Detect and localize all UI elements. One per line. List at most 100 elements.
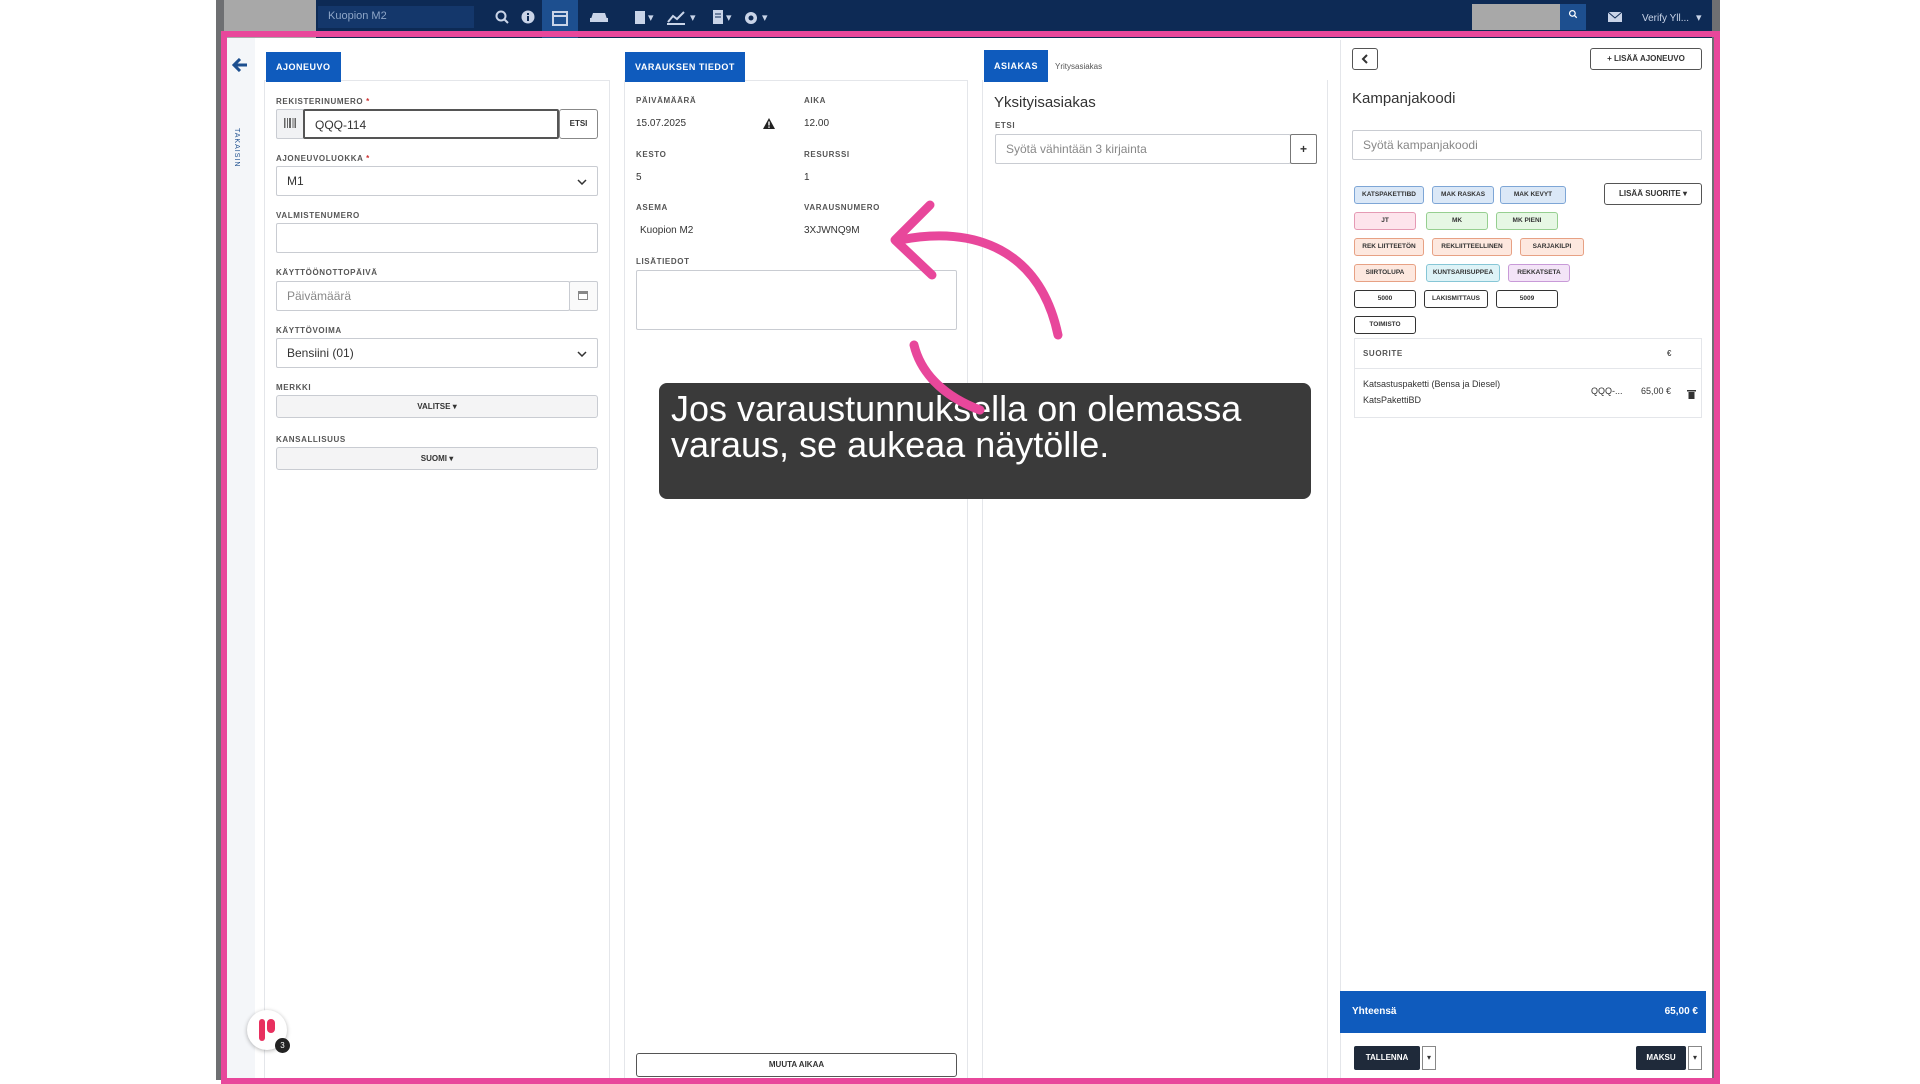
time-value: 12.00	[804, 118, 830, 129]
barcode-icon[interactable]	[276, 109, 304, 139]
service-chip[interactable]: JT	[1354, 212, 1416, 230]
resource-label: RESURSSI	[804, 150, 850, 159]
chart-icon[interactable]	[666, 9, 686, 28]
car-icon[interactable]	[588, 9, 610, 28]
service-chip[interactable]: MAK RASKAS	[1432, 186, 1494, 204]
fuel-label: KÄYTTÖVOIMA	[276, 326, 342, 335]
trash-icon[interactable]	[1687, 386, 1696, 404]
app-screen: { "topbar": { "location": "Kuopion M2", …	[0, 0, 1920, 1084]
customer-search-label: ETSI	[995, 121, 1016, 130]
global-search-button[interactable]	[1560, 4, 1586, 30]
customer-search-input[interactable]: Syötä vähintään 3 kirjainta	[995, 134, 1291, 164]
customer-search-placeholder: Syötä vähintään 3 kirjainta	[1006, 142, 1147, 156]
service-chip[interactable]: LAKISMITTAUS	[1424, 290, 1488, 308]
location-select[interactable]: Kuopion M2	[318, 6, 474, 28]
service-chip[interactable]: TOIMISTO	[1354, 316, 1416, 334]
reg-search-button[interactable]: ETSI	[559, 109, 598, 139]
resource-value: 1	[804, 172, 810, 183]
add-service-caret: ▾	[1683, 189, 1688, 198]
add-vehicle-label: LISÄÄ AJONEUVO	[1614, 54, 1685, 63]
service-chip[interactable]: 5009	[1496, 290, 1558, 308]
service-chip[interactable]: REKKATSETA	[1508, 264, 1570, 282]
user-caret[interactable]: ▾	[1696, 11, 1702, 24]
currency-column-header: €	[1667, 349, 1673, 358]
add-service-label: LISÄÄ SUORITE	[1618, 189, 1681, 198]
fuel-select[interactable]: Bensiini (01)	[276, 338, 598, 368]
tab-company-customer[interactable]: Yritysasiakas	[1055, 62, 1102, 71]
date-value: 15.07.2025	[636, 118, 687, 129]
help-widget[interactable]: 3	[247, 1010, 290, 1053]
intro-date-input[interactable]: Päivämäärä	[276, 281, 570, 311]
service-chip[interactable]: 5000	[1354, 290, 1416, 308]
clipboard-caret[interactable]: ▾	[648, 11, 654, 24]
collapse-button[interactable]	[1352, 48, 1378, 70]
reg-label: REKISTERINUMERO *	[276, 97, 370, 106]
calendar-icon[interactable]	[542, 0, 578, 38]
search-icon[interactable]	[494, 9, 510, 28]
document-icon[interactable]	[710, 9, 726, 28]
service-chip[interactable]: REK LIITTEETÖN	[1354, 238, 1424, 256]
pay-button[interactable]: MAKSU	[1636, 1046, 1686, 1070]
chevron-down-icon	[577, 339, 587, 367]
chart-caret[interactable]: ▾	[690, 11, 696, 24]
make-label: MERKKI	[276, 383, 312, 392]
tab-private-customer[interactable]: ASIAKAS	[984, 50, 1049, 82]
settings-caret[interactable]: ▾	[762, 11, 768, 24]
class-select[interactable]: M1	[276, 166, 598, 196]
document-caret[interactable]: ▾	[726, 11, 732, 24]
fuel-value: Bensiini (01)	[287, 346, 354, 360]
user-menu[interactable]: Verify Yll...	[1642, 13, 1689, 24]
service-chip[interactable]: KUNTSARISUPPEA	[1426, 264, 1500, 282]
add-vehicle-button[interactable]: + LISÄÄ AJONEUVO	[1590, 48, 1702, 70]
service-chip[interactable]: KATSPAKETTIBD	[1354, 186, 1424, 204]
back-arrow-icon[interactable]	[231, 57, 248, 77]
service-item-code: KatsPakettiBD	[1363, 395, 1422, 405]
tab-booking-details[interactable]: VARAUKSEN TIEDOT	[625, 52, 745, 82]
save-options-caret[interactable]: ▾	[1422, 1046, 1436, 1070]
mail-icon[interactable]	[1607, 11, 1623, 25]
pay-options-caret[interactable]: ▾	[1688, 1046, 1702, 1070]
pointer-arrow-icon	[890, 200, 1063, 415]
station-value: Kuopion M2	[640, 225, 694, 236]
make-caret: ▾	[452, 402, 457, 411]
calendar-icon[interactable]	[569, 281, 598, 311]
make-select-button[interactable]: VALITSE ▾	[276, 395, 598, 418]
time-label: AIKA	[804, 96, 826, 105]
service-item-price: 65,00 €	[1641, 386, 1672, 396]
add-customer-button[interactable]: +	[1290, 134, 1317, 164]
change-time-button[interactable]: MUUTA AIKAA	[636, 1053, 957, 1077]
service-chip[interactable]: MK	[1426, 212, 1488, 230]
notes-label: LISÄTIEDOT	[636, 257, 690, 266]
vin-input[interactable]	[276, 223, 598, 253]
service-chip[interactable]: REKLIITTEELLINEN	[1432, 238, 1512, 256]
add-service-button[interactable]: LISÄÄ SUORITE ▾	[1604, 183, 1702, 205]
service-item-vehicle: QQQ-...	[1591, 386, 1623, 396]
reg-number-input[interactable]: QQQ-114	[303, 109, 559, 139]
logo-placeholder	[224, 0, 316, 38]
service-chip[interactable]: SIIRTOLUPA	[1354, 264, 1416, 282]
service-chip[interactable]: MK PIENI	[1496, 212, 1558, 230]
nationality-select-button[interactable]: SUOMI ▾	[276, 447, 598, 470]
service-item-name: Katsastuspaketti (Bensa ja Diesel)	[1363, 379, 1501, 389]
back-label[interactable]: TAKAISIN	[233, 128, 240, 167]
plus-icon: +	[1607, 54, 1612, 63]
right-gutter	[1712, 0, 1720, 1080]
service-chip[interactable]: MAK KEVYT	[1500, 186, 1566, 204]
gear-icon[interactable]	[742, 9, 760, 30]
campaign-code-input[interactable]: Syötä kampanjakoodi	[1352, 130, 1702, 160]
intro-date-placeholder: Päivämäärä	[287, 289, 352, 303]
intro-date-label: KÄYTTÖÖNOTTOPÄIVÄ	[276, 268, 378, 277]
tab-vehicle[interactable]: AJONEUVO	[266, 52, 341, 82]
service-chip[interactable]: SARJAKILPI	[1520, 238, 1584, 256]
clipboard-icon[interactable]	[632, 9, 648, 28]
total-value: 65,00 €	[1664, 1006, 1698, 1017]
date-label: PÄIVÄMÄÄRÄ	[636, 96, 697, 105]
save-button[interactable]: TALLENNA	[1354, 1046, 1420, 1070]
global-search-input[interactable]	[1472, 4, 1560, 30]
help-logo-icon	[259, 1019, 275, 1046]
info-icon[interactable]	[520, 9, 536, 28]
top-navigation-bar: Kuopion M2 ▾ ▾ ▾ ▾ Verify Yll... ▾	[224, 0, 1712, 38]
station-label: ASEMA	[636, 203, 668, 212]
campaign-heading: Kampanjakoodi	[1352, 90, 1456, 107]
class-value: M1	[287, 174, 304, 188]
